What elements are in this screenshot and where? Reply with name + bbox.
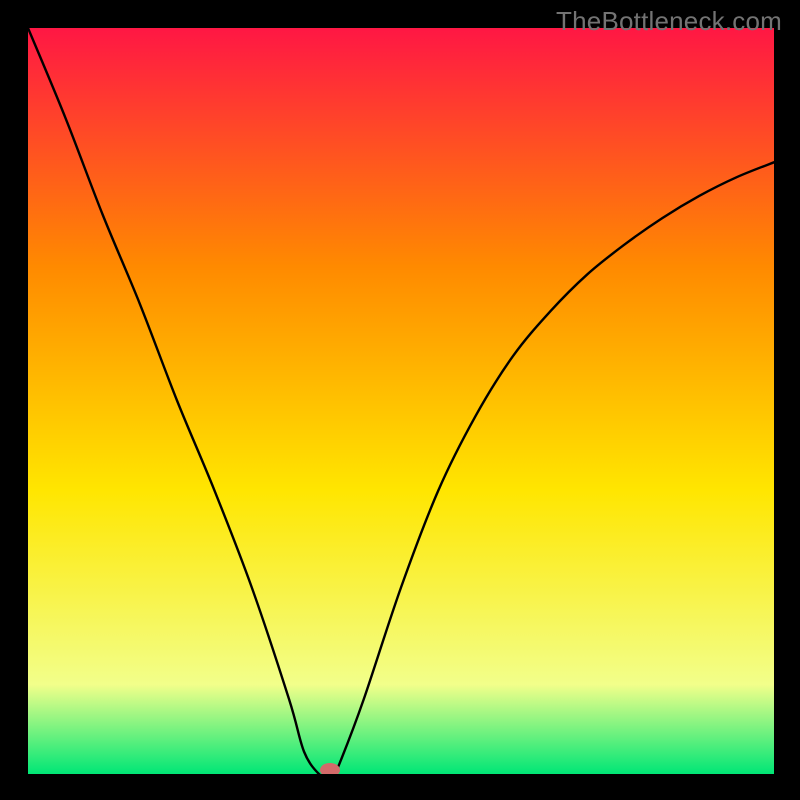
plot-area xyxy=(28,28,774,774)
bottleneck-curve xyxy=(28,28,774,774)
watermark-text: TheBottleneck.com xyxy=(556,6,782,37)
chart-frame: TheBottleneck.com xyxy=(0,0,800,800)
optimal-point-marker xyxy=(320,763,340,774)
